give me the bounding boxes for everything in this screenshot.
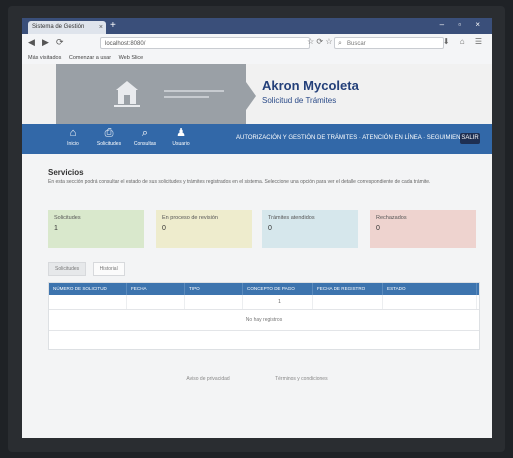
column-header[interactable]: FECHA xyxy=(127,283,185,295)
user-icon: ♟ xyxy=(176,127,186,139)
table-empty-message: No hay registros xyxy=(49,310,479,331)
bookmark-item[interactable]: Más visitados xyxy=(28,52,61,64)
logo-block xyxy=(56,64,246,124)
summary-card-atendidos[interactable]: Trámites atendidos 0 xyxy=(262,210,358,248)
footer: Aviso de privacidad Términos y condicion… xyxy=(22,376,492,382)
table-cell xyxy=(49,295,127,309)
column-header[interactable]: NÚMERO DE SOLICITUD xyxy=(49,283,127,295)
menubar-banner-text: AUTORIZACIÓN Y GESTIÓN DE TRÁMITES · ATE… xyxy=(236,135,469,141)
menu-item-label: Inicio xyxy=(67,141,79,147)
table-cell xyxy=(185,295,243,309)
page-title: Servicios xyxy=(48,168,84,177)
search-icon: ⌕ xyxy=(338,40,342,47)
table-cell xyxy=(127,295,185,309)
tab-title: Sistema de Gestión xyxy=(32,24,85,30)
footer-link-privacy[interactable]: Aviso de privacidad xyxy=(186,376,229,382)
home-icon: ⌂ xyxy=(69,127,77,139)
menu-item-usuario[interactable]: ♟ Usuario xyxy=(168,126,194,152)
table-cell xyxy=(313,295,383,309)
toolbar-icons[interactable]: ⬇ ⌂ ☰ xyxy=(443,37,486,46)
bookmark-item[interactable]: Web Slice xyxy=(119,52,144,64)
column-header[interactable]: FECHA DE REGISTRO xyxy=(313,283,383,295)
search-placeholder: Buscar xyxy=(347,41,366,47)
browser-tabbar: Sistema de Gestión × + – ▫ × xyxy=(22,18,492,34)
column-header[interactable]: CONCEPTO DE PAGO xyxy=(243,283,313,295)
card-label: Trámites atendidos xyxy=(268,215,315,221)
app-title: Akron Mycoleta xyxy=(262,78,359,93)
column-header[interactable]: ESTADO xyxy=(383,283,477,295)
page-description: En esta sección podrá consultar el estad… xyxy=(48,179,431,185)
requests-table: NÚMERO DE SOLICITUD FECHA TIPO CONCEPTO … xyxy=(48,282,480,350)
card-label: En proceso de revisión xyxy=(162,215,218,221)
table-row[interactable]: 1 xyxy=(49,295,479,310)
card-value: 0 xyxy=(376,225,380,232)
main-menubar: ⌂ Inicio ⎙ Solicitudes ⌕ Consultas ♟ Usu… xyxy=(22,124,492,154)
logout-button[interactable]: SALIR xyxy=(460,133,480,144)
footer-link-terms[interactable]: Términos y condiciones xyxy=(275,376,328,382)
crest-logo-icon xyxy=(114,81,140,107)
header-divider-arrow xyxy=(246,82,256,110)
tab-historial[interactable]: Historial xyxy=(92,262,125,276)
search-icon: ⌕ xyxy=(141,127,149,139)
menu-item-label: Consultas xyxy=(133,141,157,147)
site-header: Akron Mycoleta Solicitud de Trámites xyxy=(22,64,492,124)
table-padding xyxy=(49,331,479,349)
forward-icon[interactable]: ▶ xyxy=(42,37,49,48)
table-header: NÚMERO DE SOLICITUD FECHA TIPO CONCEPTO … xyxy=(49,283,479,295)
browser-navbar: ◀ ▶ ⟳ localhost:8080/ ☆ ⟳ ☆ ⌕ Buscar ⬇ ⌂… xyxy=(22,34,492,53)
logo-text-line xyxy=(164,96,209,98)
browser-search-input[interactable]: ⌕ Buscar xyxy=(334,37,444,49)
document-icon: ⎙ xyxy=(104,127,114,139)
table-cell xyxy=(383,295,477,309)
screen: Sistema de Gestión × + – ▫ × ◀ ▶ ⟳ local… xyxy=(22,18,492,438)
summary-card-solicitudes[interactable]: Solicitudes 1 xyxy=(48,210,144,248)
card-label: Solicitudes xyxy=(54,215,81,221)
reload-icon[interactable]: ⟳ xyxy=(56,37,64,48)
menu-item-label: Solicitudes xyxy=(96,141,122,147)
summary-card-en-proceso[interactable]: En proceso de revisión 0 xyxy=(156,210,252,248)
url-input[interactable]: localhost:8080/ xyxy=(100,37,310,49)
main-content: Servicios En esta sección podrá consulta… xyxy=(22,154,492,438)
menu-item-inicio[interactable]: ⌂ Inicio xyxy=(60,126,86,152)
subtabs: Solicitudes Historial xyxy=(48,257,127,276)
card-value: 0 xyxy=(268,225,272,232)
card-value: 1 xyxy=(54,225,58,232)
table-cell: 1 xyxy=(243,295,313,309)
back-icon[interactable]: ◀ xyxy=(28,37,35,48)
summary-card-rechazados[interactable]: Rechazados 0 xyxy=(370,210,476,248)
app-subtitle: Solicitud de Trámites xyxy=(262,96,337,105)
new-tab-button[interactable]: + xyxy=(110,20,116,31)
browser-tab[interactable]: Sistema de Gestión × xyxy=(28,21,106,34)
menu-item-consultas[interactable]: ⌕ Consultas xyxy=(132,126,158,152)
menu-item-label: Usuario xyxy=(172,141,190,147)
bookmark-item[interactable]: Comenzar a usar xyxy=(69,52,111,64)
column-header[interactable]: TIPO xyxy=(185,283,243,295)
menu-item-solicitudes[interactable]: ⎙ Solicitudes xyxy=(96,126,122,152)
card-value: 0 xyxy=(162,225,166,232)
card-label: Rechazados xyxy=(376,215,407,221)
url-action-icons[interactable]: ☆ ⟳ ☆ xyxy=(307,37,333,46)
close-icon[interactable]: × xyxy=(99,21,103,34)
window-controls[interactable]: – ▫ × xyxy=(440,20,486,29)
tab-solicitudes[interactable]: Solicitudes xyxy=(48,262,87,276)
logo-text-line xyxy=(164,90,224,92)
